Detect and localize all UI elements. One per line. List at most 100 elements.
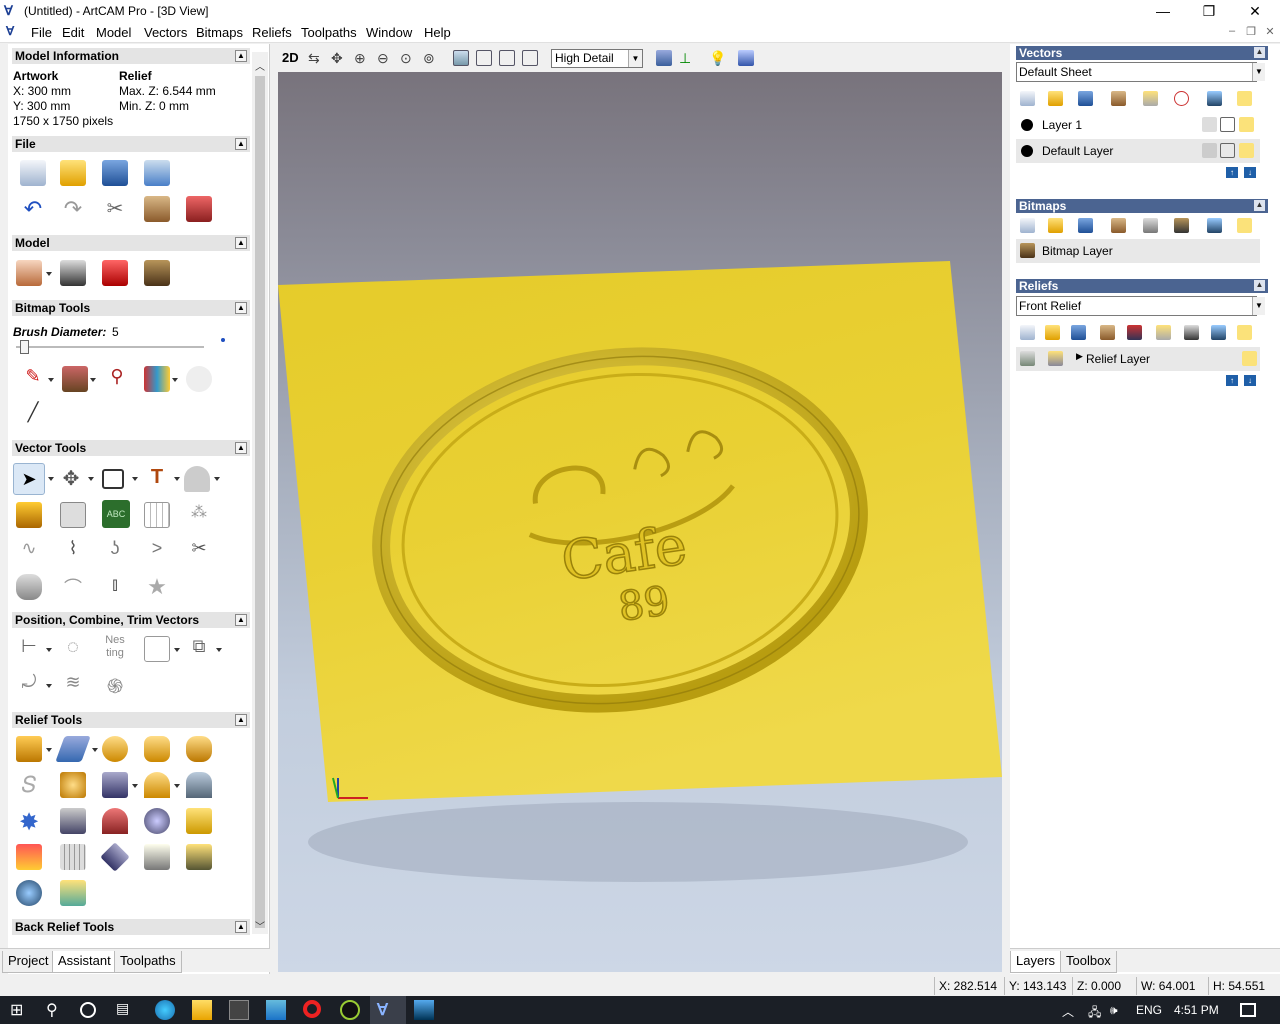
add-node-icon[interactable] [60, 502, 86, 528]
collapse-icon[interactable]: ▲ [235, 302, 247, 314]
light-bulb-icon[interactable] [1239, 143, 1254, 158]
text-tool-icon[interactable]: T [144, 466, 170, 492]
collapse-icon[interactable]: ▲ [235, 442, 247, 454]
dropdown-arrow-icon[interactable] [90, 378, 96, 382]
dropdown-arrow-icon[interactable] [92, 748, 98, 752]
model-image-icon[interactable] [144, 260, 170, 286]
model-header[interactable]: Model ▲ [12, 235, 250, 251]
model-grayscale-icon[interactable] [60, 260, 86, 286]
bitmap-layer-row[interactable]: Bitmap Layer [1016, 239, 1260, 263]
vector-tools-header[interactable]: Vector Tools ▲ [12, 440, 250, 456]
windows-start-icon[interactable]: ⊞ [10, 1000, 30, 1020]
delete-bitmap-layer-icon[interactable] [1207, 218, 1222, 233]
save-bitmap-icon[interactable] [1078, 218, 1093, 233]
menu-toolpaths[interactable]: Toolpaths [301, 25, 357, 40]
dropdown-arrow-icon[interactable] [48, 378, 54, 382]
vector-edit-icon[interactable] [16, 502, 42, 528]
clock[interactable]: 4:51 PM [1174, 1003, 1219, 1017]
collapse-icon[interactable]: ▲ [1254, 47, 1265, 58]
dropdown-arrow-icon[interactable] [132, 477, 138, 481]
expand-arrow-icon[interactable]: ▶ [1076, 351, 1083, 362]
paste-relief-layer-icon[interactable] [1156, 325, 1171, 340]
scroll-up-icon[interactable]: ︿ [255, 58, 265, 73]
chevron-down-icon[interactable]: ▼ [1252, 297, 1265, 315]
bitmap-image-icon[interactable] [1174, 218, 1189, 233]
star-icon[interactable]: ★ [144, 574, 170, 600]
delete-relief-layer-icon[interactable] [1211, 325, 1226, 340]
layer-color-icon[interactable] [1021, 119, 1033, 131]
rectangle-icon[interactable] [102, 469, 124, 489]
axes-icon[interactable]: ⊥ [679, 50, 695, 66]
collapse-icon[interactable]: ▲ [235, 921, 247, 933]
nesting-icon[interactable]: Nes ting [102, 634, 128, 660]
texture-icon[interactable] [102, 772, 128, 798]
scissors-node-icon[interactable]: ✂ [186, 538, 212, 564]
tab-toolbox[interactable]: Toolbox [1060, 951, 1117, 973]
two-rail-sweep-icon[interactable]: 𝑆 [16, 772, 42, 798]
weld-icon[interactable]: ⧉ [186, 636, 212, 662]
plane-tool-icon[interactable] [186, 844, 212, 870]
paste-vector-icon[interactable] [1143, 91, 1158, 106]
cut-icon[interactable]: ✂ [102, 196, 128, 222]
tray-chevron-icon[interactable]: ︿ [1062, 1003, 1074, 1020]
render-icon[interactable] [738, 50, 754, 66]
polyline-icon[interactable]: ⌇ [60, 538, 86, 564]
undo-icon[interactable]: ↶ [20, 196, 46, 222]
dropdown-arrow-icon[interactable] [46, 684, 52, 688]
rotate-copy-icon[interactable]: ◌ [60, 636, 86, 662]
mdi-minimize-icon[interactable]: – [1224, 25, 1240, 39]
dropdown-arrow-icon[interactable] [174, 477, 180, 481]
transform-icon[interactable]: ✥ [58, 466, 84, 492]
turn-relief-icon[interactable] [186, 736, 212, 762]
bezier-icon[interactable]: ʖ [102, 538, 128, 564]
tab-toolpaths[interactable]: Toolpaths [114, 951, 182, 973]
dropdown-arrow-icon[interactable] [174, 648, 180, 652]
grid-icon[interactable] [144, 502, 170, 528]
collapse-icon[interactable]: ▲ [235, 614, 247, 626]
zoom-out-icon[interactable]: ⊖ [377, 50, 393, 66]
xbox-icon[interactable] [340, 1000, 360, 1020]
relief-layers-icon[interactable] [60, 808, 86, 834]
open-folder-icon[interactable] [60, 160, 86, 186]
open-relief-icon[interactable] [1045, 325, 1060, 340]
collapse-icon[interactable]: ▲ [1254, 280, 1265, 291]
copy-icon[interactable] [144, 196, 170, 222]
zoom-fit-icon[interactable]: ⊚ [423, 50, 439, 66]
select-arrow-icon[interactable]: ➤ [13, 463, 45, 495]
delete-vector-layer-icon[interactable] [1207, 91, 1222, 106]
merge-vector-icon[interactable] [1174, 91, 1189, 106]
mail-icon[interactable] [266, 1000, 286, 1020]
spin-relief-icon[interactable] [144, 736, 170, 762]
menu-file[interactable]: File [31, 25, 52, 40]
light-bulb-icon[interactable]: 💡 [709, 50, 726, 66]
cortana-icon[interactable] [80, 1002, 96, 1018]
wedge-icon[interactable] [144, 844, 170, 870]
zoom-box-icon[interactable]: ⊙ [400, 50, 416, 66]
folder-relief-icon[interactable] [60, 880, 86, 906]
weave-icon[interactable] [60, 772, 86, 798]
mdi-restore-icon[interactable]: ❐ [1243, 25, 1259, 39]
edit-icon[interactable] [1220, 117, 1235, 132]
restore-button[interactable]: ❐ [1186, 0, 1232, 22]
bitmaps-header[interactable]: Bitmaps ▲ [1016, 199, 1268, 213]
line-pen-icon[interactable]: ╱ [20, 402, 46, 428]
shape-editor-icon[interactable] [16, 736, 42, 762]
back-relief-tools-header[interactable]: Back Relief Tools ▲ [12, 919, 250, 935]
collapse-icon[interactable]: ▲ [235, 50, 247, 62]
lock-icon[interactable] [1202, 117, 1217, 132]
vector-visibility-icon[interactable] [1237, 91, 1252, 106]
brush-slider-track[interactable] [16, 346, 204, 348]
mdi-app-icon[interactable]: Ɐ [6, 24, 20, 40]
close-button[interactable]: ✕ [1232, 0, 1278, 22]
trim-icon[interactable]: ⤾ [16, 672, 42, 698]
minimize-button[interactable]: — [1140, 0, 1186, 22]
tab-project[interactable]: Project [2, 951, 55, 973]
save-vector-icon[interactable] [1078, 91, 1093, 106]
3d-view[interactable]: Cafe 89 [278, 72, 1002, 972]
extrude-icon[interactable] [16, 574, 42, 600]
open-vector-icon[interactable] [1048, 91, 1063, 106]
relief-image-icon[interactable] [1184, 325, 1199, 340]
position-combine-header[interactable]: Position, Combine, Trim Vectors ▲ [12, 612, 250, 628]
save-icon[interactable] [102, 160, 128, 186]
chevron-down-icon[interactable]: ▼ [1252, 63, 1265, 81]
